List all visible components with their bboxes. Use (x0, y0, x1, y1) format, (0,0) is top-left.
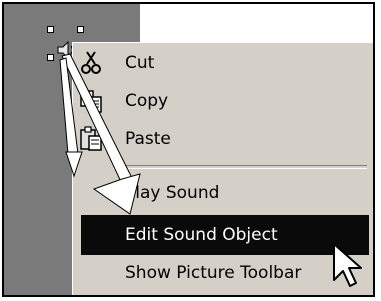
context-menu: Cut Copy Paste Play Sound Edit Sound Obj… (72, 42, 373, 295)
menu-item-label: Paste (125, 129, 171, 149)
paste-icon (80, 126, 102, 151)
copy-icon (80, 90, 102, 113)
selection-handle[interactable] (47, 54, 54, 61)
menu-item-copy[interactable]: Copy (73, 81, 373, 121)
menu-item-play-sound[interactable]: Play Sound (73, 173, 373, 213)
selection-handle[interactable] (77, 26, 84, 33)
selection-handle[interactable] (47, 26, 54, 33)
scissors-icon (81, 51, 101, 74)
menu-item-cut[interactable]: Cut (73, 43, 373, 83)
slide-area (140, 4, 373, 42)
mouse-pointer-icon (333, 243, 362, 287)
menu-item-label: Copy (125, 91, 169, 111)
menu-item-paste[interactable]: Paste (73, 119, 373, 159)
screenshot-frame: Cut Copy Paste Play Sound Edit Sound Obj… (2, 2, 375, 297)
menu-item-show-picture-toolbar[interactable]: Show Picture Toolbar (73, 253, 373, 293)
menu-item-edit-sound-object[interactable]: Edit Sound Object (81, 215, 369, 255)
menu-item-label: Edit Sound Object (125, 225, 278, 245)
menu-item-label: Play Sound (125, 183, 220, 203)
menu-separator (113, 165, 367, 169)
menu-item-label: Show Picture Toolbar (125, 263, 302, 283)
menu-item-label: Cut (125, 53, 155, 73)
